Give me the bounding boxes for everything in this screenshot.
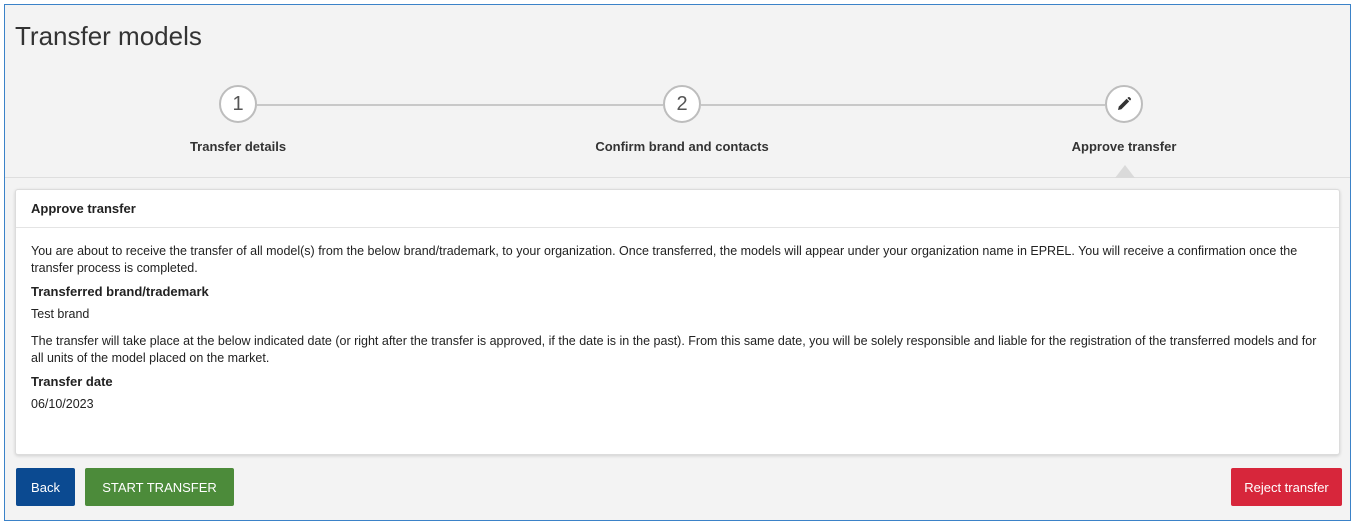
step-3-label: Approve transfer [1071, 139, 1177, 154]
step-connector-2-3 [701, 104, 1105, 106]
transfer-date-label: Transfer date [31, 374, 113, 389]
progress-stepper: 1 2 Transfer details Confirm brand and c… [5, 79, 1350, 179]
intro-text: You are about to receive the transfer of… [31, 244, 1298, 275]
active-step-caret [1115, 165, 1135, 178]
transfer-date-value: 06/10/2023 [31, 397, 94, 411]
brand-value: Test brand [31, 307, 90, 321]
step-1-label: Transfer details [189, 139, 287, 154]
pencil-icon [1118, 96, 1132, 110]
panel-title: Approve transfer [16, 190, 1339, 228]
step-connector-1-2 [257, 104, 663, 106]
transfer-models-window: Transfer models 1 2 Transfer details Con… [4, 4, 1351, 521]
brand-label: Transferred brand/trademark [31, 284, 209, 299]
approve-transfer-panel: Approve transfer You are about to receiv… [15, 189, 1340, 455]
step-2-circle[interactable]: 2 [663, 85, 701, 123]
stepper-divider [5, 177, 1350, 178]
back-button[interactable]: Back [16, 468, 75, 506]
step-1-circle[interactable]: 1 [219, 85, 257, 123]
page-title: Transfer models [15, 21, 202, 51]
panel-body: You are about to receive the transfer of… [16, 228, 1339, 413]
step-3-circle [1105, 85, 1143, 123]
reject-transfer-button[interactable]: Reject transfer [1231, 468, 1342, 506]
step-2-label: Confirm brand and contacts [595, 139, 769, 154]
start-transfer-button[interactable]: START TRANSFER [85, 468, 234, 506]
date-note-text: The transfer will take place at the belo… [31, 334, 1317, 365]
